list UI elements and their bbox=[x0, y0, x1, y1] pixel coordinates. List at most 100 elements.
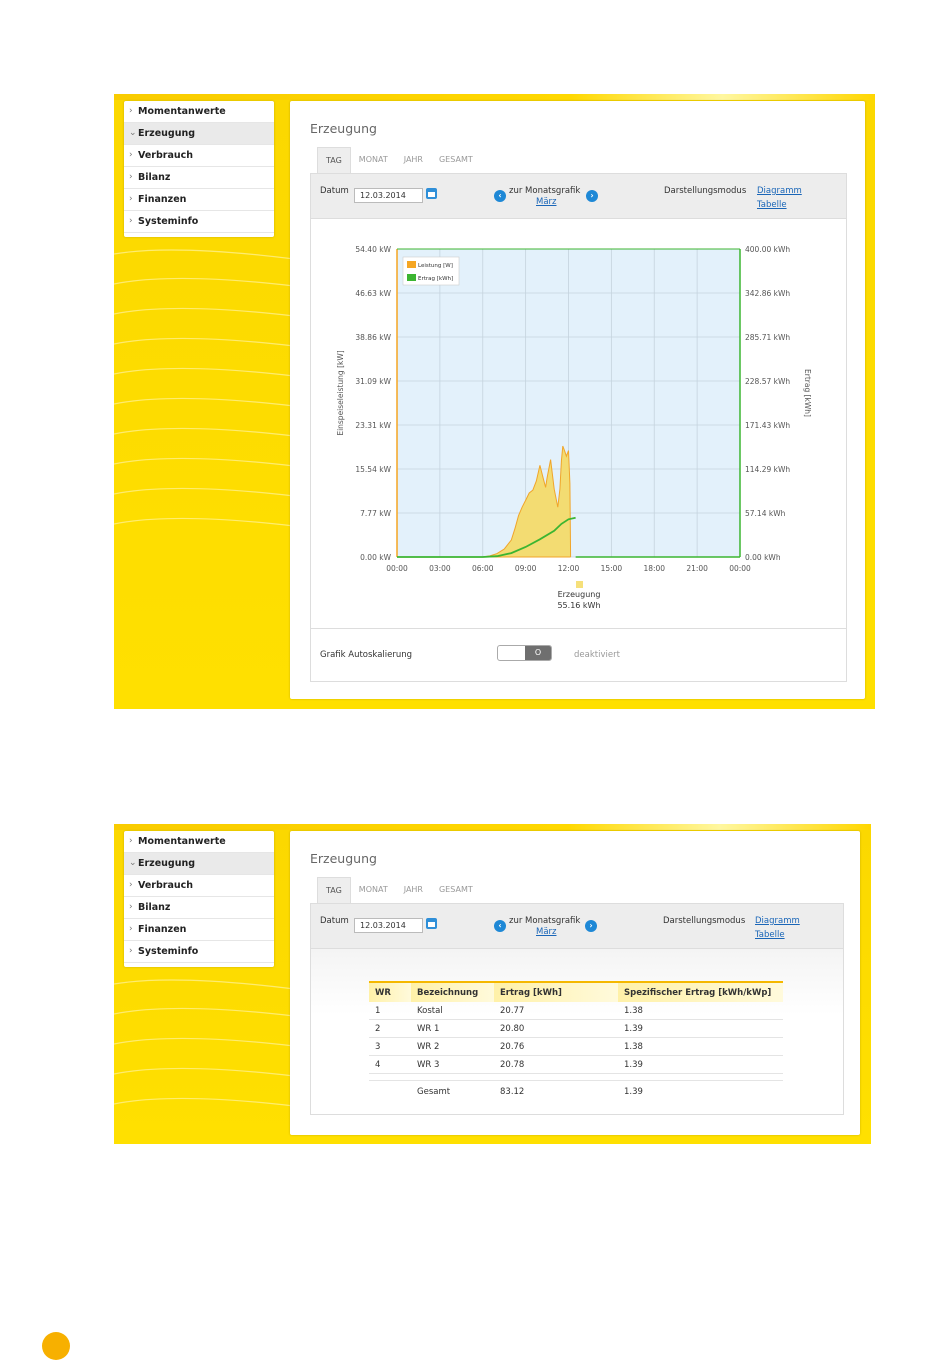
month-link[interactable]: März bbox=[536, 927, 557, 937]
page-title: Erzeugung bbox=[310, 121, 377, 136]
legend-label: Leistung [W] bbox=[418, 263, 453, 269]
x-tick-label: 18:00 bbox=[643, 564, 665, 573]
chevron-right-icon: › bbox=[129, 836, 133, 846]
tab-tag[interactable]: TAG bbox=[317, 147, 351, 174]
tab-jahr[interactable]: JAHR bbox=[396, 877, 431, 903]
x-tick-label: 00:00 bbox=[729, 564, 751, 573]
calendar-icon[interactable] bbox=[426, 188, 437, 199]
sidebar-nav: › Momentanwerte ⌄ Erzeugung › Verbrauch › Bi… bbox=[124, 101, 274, 237]
cell-spez-ertrag: 1.38 bbox=[618, 1037, 783, 1056]
content-card: Erzeugung TAG MONAT JAHR GESAMT Datum 12… bbox=[290, 831, 860, 1135]
yield-table: WR Bezeichnung Ertrag [kWh] Spezifischer… bbox=[369, 981, 783, 1103]
cell-bezeichnung: Kostal bbox=[411, 1002, 494, 1020]
next-arrow-icon[interactable]: › bbox=[586, 190, 598, 202]
summary-value: 55.16 kWh bbox=[557, 601, 600, 610]
chevron-down-icon: ⌄ bbox=[129, 128, 137, 138]
prev-arrow-icon[interactable]: ‹ bbox=[494, 920, 506, 932]
cell-ertrag: 20.80 bbox=[494, 1019, 618, 1038]
table-frame: Datum 12.03.2014 ‹ zur Monatsgrafik März… bbox=[310, 903, 844, 1115]
right-tick-label: 57.14 kWh bbox=[745, 509, 786, 518]
cell-ertrag: 20.76 bbox=[494, 1037, 618, 1056]
date-label: Datum bbox=[320, 186, 349, 196]
sidebar-item-systeminfo[interactable]: › Systeminfo bbox=[124, 211, 274, 233]
month-link[interactable]: März bbox=[536, 197, 557, 207]
screen-diagram: › Momentanwerte ⌄ Erzeugung › Verbrauch › Bi… bbox=[114, 94, 875, 709]
legend-label: Ertrag [kWh] bbox=[418, 276, 453, 282]
x-tick-label: 09:00 bbox=[515, 564, 537, 573]
sidebar-item-erzeugung[interactable]: ⌄ Erzeugung bbox=[124, 853, 274, 875]
sidebar-item-systeminfo[interactable]: › Systeminfo bbox=[124, 941, 274, 963]
x-tick-label: 21:00 bbox=[686, 564, 708, 573]
month-nav-label: zur Monatsgrafik bbox=[509, 186, 581, 196]
sidebar-item-finanzen[interactable]: › Finanzen bbox=[124, 919, 274, 941]
cell-ertrag: 20.77 bbox=[494, 1002, 618, 1020]
table-row: 2 WR 1 20.80 1.39 bbox=[369, 1019, 783, 1038]
page-marker bbox=[42, 1332, 70, 1360]
cell-bezeichnung: Gesamt bbox=[417, 1087, 451, 1097]
summary-swatch bbox=[576, 581, 583, 588]
sidebar-item-bilanz[interactable]: › Bilanz bbox=[124, 167, 274, 189]
left-tick-label: 31.09 kW bbox=[355, 377, 391, 386]
x-tick-label: 03:00 bbox=[429, 564, 451, 573]
month-nav-label: zur Monatsgrafik bbox=[509, 916, 581, 926]
table-row: 3 WR 2 20.76 1.38 bbox=[369, 1037, 783, 1056]
calendar-icon[interactable] bbox=[426, 918, 437, 929]
sidebar-item-erzeugung[interactable]: ⌄ Erzeugung bbox=[124, 123, 274, 145]
autoscale-label: Grafik Autoskalierung bbox=[320, 650, 413, 660]
header-wr: WR bbox=[369, 981, 411, 1002]
sidebar-item-label: Momentanwerte bbox=[138, 836, 226, 847]
table-header-row: WR Bezeichnung Ertrag [kWh] Spezifischer… bbox=[369, 981, 783, 1002]
sidebar-item-verbrauch[interactable]: › Verbrauch bbox=[124, 145, 274, 167]
cell-spez-ertrag: 1.38 bbox=[618, 1002, 783, 1020]
sidebar-item-label: Erzeugung bbox=[138, 128, 196, 139]
toolbar: Datum 12.03.2014 ‹ zur Monatsgrafik März… bbox=[311, 174, 846, 219]
autoscale-row: Grafik Autoskalierung O deaktiviert bbox=[311, 628, 846, 681]
mode-diagram-link[interactable]: Diagramm bbox=[755, 916, 800, 926]
sidebar-nav: › Momentanwerte ⌄ Erzeugung › Verbrauch › Bi… bbox=[124, 831, 274, 967]
right-tick-label: 285.71 kWh bbox=[745, 333, 790, 342]
tab-tag[interactable]: TAG bbox=[317, 877, 351, 904]
right-tick-label: 228.57 kWh bbox=[745, 377, 790, 386]
prev-arrow-icon[interactable]: ‹ bbox=[494, 190, 506, 202]
page-title: Erzeugung bbox=[310, 851, 377, 866]
mode-diagram-link[interactable]: Diagramm bbox=[757, 186, 802, 196]
toggle-knob: O bbox=[525, 646, 551, 660]
autoscale-toggle[interactable]: O bbox=[497, 645, 552, 661]
cell-spez-ertrag: 1.39 bbox=[618, 1055, 783, 1074]
table-row: 1 Kostal 20.77 1.38 bbox=[369, 1002, 783, 1020]
cell-wr bbox=[369, 1081, 411, 1104]
tab-jahr[interactable]: JAHR bbox=[396, 147, 431, 173]
sidebar-item-verbrauch[interactable]: › Verbrauch bbox=[124, 875, 274, 897]
mode-label: Darstellungsmodus bbox=[663, 916, 746, 926]
chevron-right-icon: › bbox=[129, 150, 133, 160]
sidebar-item-momentanwerte[interactable]: › Momentanwerte bbox=[124, 831, 274, 853]
sidebar-item-finanzen[interactable]: › Finanzen bbox=[124, 189, 274, 211]
cell-ertrag: 83.12 bbox=[500, 1087, 525, 1097]
sidebar-item-bilanz[interactable]: › Bilanz bbox=[124, 897, 274, 919]
tab-gesamt[interactable]: GESAMT bbox=[431, 877, 481, 903]
mode-table-link[interactable]: Tabelle bbox=[757, 200, 787, 210]
left-tick-label: 38.86 kW bbox=[355, 333, 391, 342]
sidebar-item-label: Erzeugung bbox=[138, 858, 196, 869]
cell-spez-ertrag: 1.39 bbox=[618, 1019, 783, 1038]
date-label: Datum bbox=[320, 916, 349, 926]
date-input[interactable]: 12.03.2014 bbox=[354, 918, 423, 933]
sidebar-item-label: Systeminfo bbox=[138, 946, 199, 957]
production-chart: 54.40 kW 46.63 kW 38.86 kW 31.09 kW 23.31 kW… bbox=[336, 245, 812, 610]
next-arrow-icon[interactable]: › bbox=[585, 920, 597, 932]
tab-gesamt[interactable]: GESAMT bbox=[431, 147, 481, 173]
sidebar-item-momentanwerte[interactable]: › Momentanwerte bbox=[124, 101, 274, 123]
date-input[interactable]: 12.03.2014 bbox=[354, 188, 423, 203]
tab-monat[interactable]: MONAT bbox=[351, 877, 396, 903]
left-tick-label: 23.31 kW bbox=[355, 421, 391, 430]
tab-monat[interactable]: MONAT bbox=[351, 147, 396, 173]
right-tick-label: 342.86 kWh bbox=[745, 289, 790, 298]
table-row: 4 WR 3 20.78 1.39 bbox=[369, 1055, 783, 1074]
mode-table-link[interactable]: Tabelle bbox=[755, 930, 785, 940]
chevron-right-icon: › bbox=[129, 216, 133, 226]
right-tick-label: 0.00 kWh bbox=[745, 553, 781, 562]
chevron-right-icon: › bbox=[129, 924, 133, 934]
sidebar-item-label: Bilanz bbox=[138, 172, 171, 183]
sidebar-item-label: Finanzen bbox=[138, 194, 187, 205]
toolbar: Datum 12.03.2014 ‹ zur Monatsgrafik März… bbox=[311, 904, 843, 949]
